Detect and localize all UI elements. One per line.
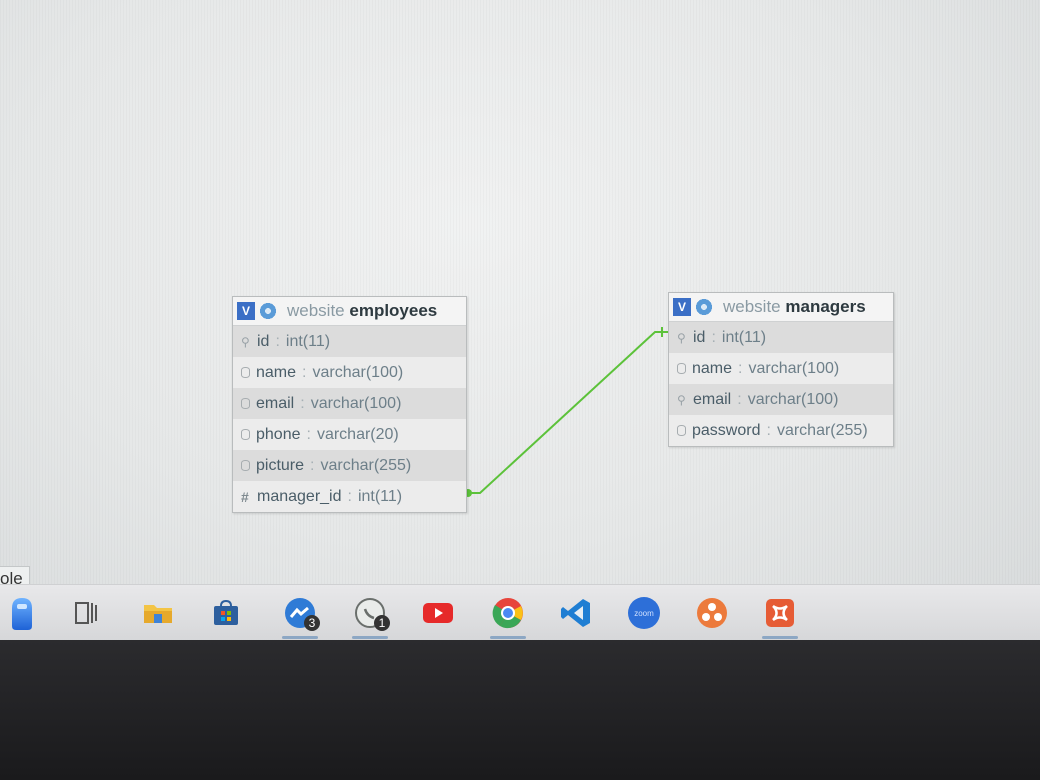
- hash-icon: #: [241, 488, 249, 505]
- taskbar-store[interactable]: [208, 595, 244, 631]
- managers-table-header[interactable]: V website managers: [669, 293, 893, 322]
- chrome-icon: [492, 598, 523, 629]
- column-icon: [241, 367, 250, 378]
- key-icon: ⚲: [677, 330, 686, 345]
- task-view-icon: [75, 602, 97, 624]
- xampp-icon: [766, 599, 794, 627]
- orange-app-icon: [697, 598, 727, 628]
- taskbar: 3 1 zoom: [0, 584, 1040, 641]
- employees-column-manager-id[interactable]: # manager_id: int(11): [233, 481, 466, 512]
- active-indicator: [490, 636, 526, 639]
- table-name: managers: [785, 297, 866, 316]
- notification-badge: 3: [304, 615, 320, 631]
- zoom-icon: zoom: [628, 597, 660, 629]
- taskbar-whatsapp[interactable]: 1: [352, 595, 390, 639]
- monitor-bezel: [0, 640, 1040, 780]
- assistant-icon: [12, 598, 32, 630]
- managers-column-name[interactable]: name: varchar(100): [669, 353, 893, 384]
- taskbar-assistant[interactable]: [4, 595, 40, 631]
- taskbar-task-view[interactable]: [68, 595, 104, 631]
- active-indicator: [282, 636, 318, 639]
- taskbar-zoom[interactable]: zoom: [626, 595, 662, 631]
- key-icon: ⚲: [241, 334, 250, 349]
- toggle-view-icon[interactable]: V: [673, 298, 691, 316]
- taskbar-file-explorer[interactable]: [140, 595, 176, 631]
- key-icon: ⚲: [677, 392, 686, 407]
- active-indicator: [762, 636, 798, 639]
- table-options-icon[interactable]: [695, 298, 713, 316]
- file-explorer-icon: [144, 605, 172, 623]
- taskbar-orange-app[interactable]: [694, 595, 730, 631]
- store-icon: [214, 599, 238, 625]
- table-name: employees: [349, 301, 438, 320]
- active-indicator: [352, 636, 388, 639]
- employees-column-picture[interactable]: picture: varchar(255): [233, 450, 466, 481]
- managers-column-password[interactable]: password: varchar(255): [669, 415, 893, 446]
- column-icon: [241, 429, 250, 440]
- vscode-icon: [561, 599, 590, 627]
- taskbar-vscode[interactable]: [558, 595, 594, 631]
- employees-table-header[interactable]: V website employees: [233, 297, 466, 326]
- notification-badge: 1: [374, 615, 390, 631]
- youtube-icon: [423, 603, 453, 623]
- toggle-view-icon[interactable]: V: [237, 302, 255, 320]
- column-icon: [677, 363, 686, 374]
- schema-name: website: [287, 301, 345, 320]
- taskbar-chrome[interactable]: [490, 595, 526, 639]
- schema-name: website: [723, 297, 781, 316]
- managers-column-email[interactable]: ⚲ email: varchar(100): [669, 384, 893, 415]
- table-options-icon[interactable]: [259, 302, 277, 320]
- employees-column-email[interactable]: email: varchar(100): [233, 388, 466, 419]
- column-icon: [241, 460, 250, 471]
- employees-column-name[interactable]: name: varchar(100): [233, 357, 466, 388]
- svg-text:zoom: zoom: [634, 609, 654, 618]
- taskbar-messenger[interactable]: 3: [282, 595, 320, 639]
- employees-column-id[interactable]: ⚲ id: int(11): [233, 326, 466, 357]
- column-icon: [677, 425, 686, 436]
- managers-column-id[interactable]: ⚲ id: int(11): [669, 322, 893, 353]
- employees-column-phone[interactable]: phone: varchar(20): [233, 419, 466, 450]
- taskbar-youtube[interactable]: [420, 595, 456, 631]
- managers-table[interactable]: V website managers ⚲ id: int(11) name: v…: [668, 292, 894, 447]
- column-icon: [241, 398, 250, 409]
- taskbar-xampp[interactable]: [762, 595, 798, 639]
- employees-table[interactable]: V website employees ⚲ id: int(11) name: …: [232, 296, 467, 513]
